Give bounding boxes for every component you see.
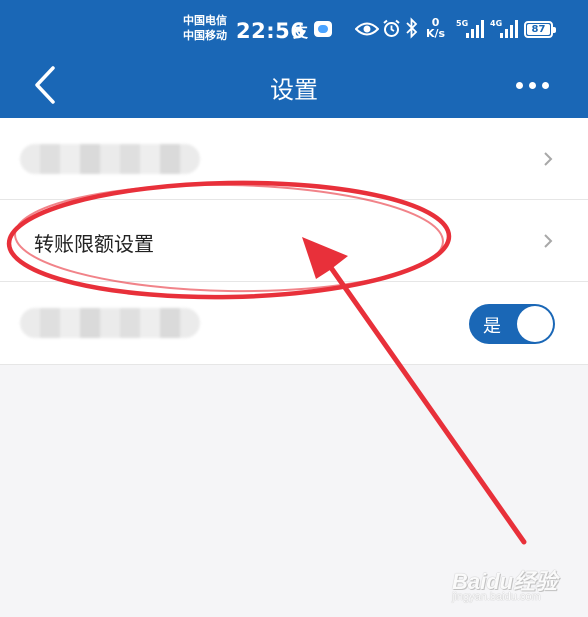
carrier-1: 中国电信 xyxy=(183,14,227,27)
blurred-label xyxy=(20,144,200,174)
more-dot xyxy=(542,82,549,89)
baidu-watermark-url: jingyan.baidu.com xyxy=(452,591,541,603)
more-dot xyxy=(529,82,536,89)
more-button[interactable] xyxy=(510,70,556,100)
alarm-icon xyxy=(383,19,400,37)
signal-icon: 5G xyxy=(456,19,486,39)
toggle-switch[interactable]: 是 xyxy=(469,304,555,344)
speed-unit: K/s xyxy=(426,27,446,40)
app-header: 中国电信 中国移动 22:56 支 0 K/s 5G 4G 87 设置 xyxy=(0,0,588,118)
blurred-label xyxy=(20,308,200,338)
weather-icon xyxy=(314,21,332,37)
settings-item-toggle: 是 xyxy=(0,282,588,365)
toggle-knob xyxy=(517,306,553,342)
settings-item-transfer-limit[interactable]: 转账限额设置 xyxy=(0,200,588,282)
carrier-2: 中国移动 xyxy=(183,29,227,42)
settings-item-label: 转账限额设置 xyxy=(34,232,154,256)
signal-icon-2: 4G xyxy=(490,19,520,39)
eye-icon xyxy=(355,22,379,36)
chevron-right-icon xyxy=(544,234,553,248)
network-speed: 0 K/s xyxy=(426,17,445,39)
carrier-names: 中国电信 中国移动 xyxy=(183,13,227,43)
alipay-icon: 支 xyxy=(293,23,309,41)
signal-bars-icon xyxy=(500,20,518,38)
more-dot xyxy=(516,82,523,89)
settings-item-blurred[interactable] xyxy=(0,118,588,200)
bluetooth-icon xyxy=(406,17,418,39)
chevron-right-icon xyxy=(544,152,553,166)
settings-list: 转账限额设置 是 xyxy=(0,118,588,365)
page-title: 设置 xyxy=(270,76,318,104)
battery-level: 87 xyxy=(527,24,550,35)
signal-bars-icon xyxy=(466,20,484,38)
status-bar: 中国电信 中国移动 22:56 支 0 K/s 5G 4G 87 xyxy=(0,0,588,56)
toggle-label: 是 xyxy=(483,316,501,337)
battery-icon: 87 xyxy=(524,21,556,38)
